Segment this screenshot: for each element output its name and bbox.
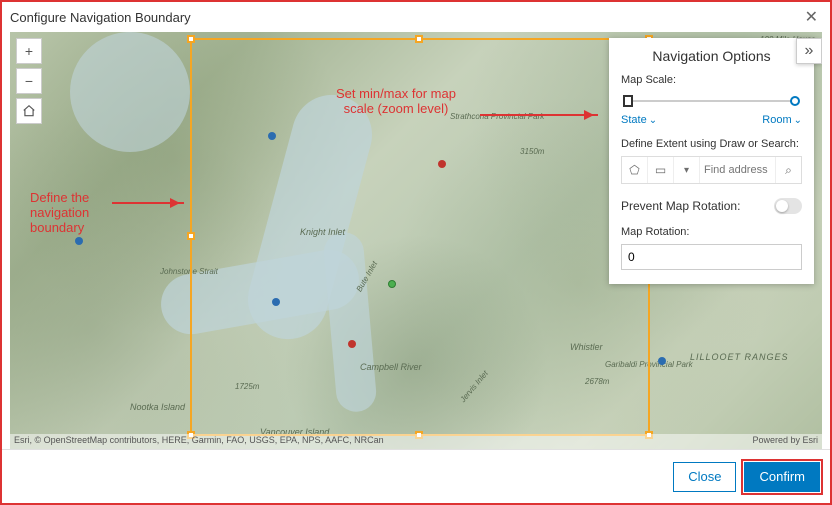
- annotation-arrow: [112, 202, 184, 204]
- prevent-rotation-label: Prevent Map Rotation:: [621, 199, 740, 213]
- home-extent-button[interactable]: [16, 98, 42, 124]
- extent-label: Define Extent using Draw or Search:: [621, 138, 802, 150]
- close-icon[interactable]: ✕: [801, 7, 822, 27]
- extent-search-input[interactable]: [700, 157, 775, 183]
- dialog-footer: Close Confirm: [2, 449, 830, 503]
- scale-labels: State Room: [621, 114, 802, 126]
- annotation-line: boundary: [30, 220, 89, 235]
- rectangle-icon: ▭: [655, 163, 666, 177]
- map-controls: + −: [16, 38, 42, 124]
- window-title: Configure Navigation Boundary: [10, 10, 191, 25]
- zoom-in-button[interactable]: +: [16, 38, 42, 64]
- prevent-rotation-row: Prevent Map Rotation:: [621, 198, 802, 214]
- annotation-line: Define the: [30, 190, 89, 205]
- draw-polygon-button[interactable]: ⬠: [622, 157, 648, 183]
- annotation-text: Set min/max for map scale (zoom level): [336, 86, 456, 116]
- map-pin: [658, 357, 666, 365]
- close-button[interactable]: Close: [673, 462, 736, 492]
- extent-tools: ⬠ ▭ ▾ ⌕: [621, 156, 802, 184]
- prevent-rotation-toggle[interactable]: [774, 198, 802, 214]
- navigation-options-panel: Navigation Options Map Scale: State Room…: [609, 38, 814, 284]
- slider-track: [627, 100, 796, 102]
- panel-title: Navigation Options: [621, 48, 802, 64]
- close-button-label: Close: [688, 469, 721, 484]
- slider-max-thumb[interactable]: [790, 96, 800, 106]
- annotation-arrow: [480, 114, 598, 116]
- plus-icon: +: [25, 43, 33, 59]
- map-scale-label: Map Scale:: [621, 74, 802, 86]
- chevron-down-icon: ▾: [684, 165, 689, 176]
- slider-min-thumb[interactable]: [623, 95, 633, 107]
- map-attribution: Esri, © OpenStreetMap contributors, HERE…: [10, 434, 822, 450]
- zoom-out-button[interactable]: −: [16, 68, 42, 94]
- draw-mode-dropdown[interactable]: ▾: [674, 157, 700, 183]
- water-shape: [70, 32, 190, 152]
- minus-icon: −: [25, 73, 33, 89]
- attribution-left: Esri, © OpenStreetMap contributors, HERE…: [14, 435, 384, 449]
- map-scale-slider[interactable]: [623, 92, 800, 110]
- draw-rectangle-button[interactable]: ▭: [648, 157, 674, 183]
- titlebar: Configure Navigation Boundary ✕: [2, 2, 830, 32]
- scale-max-dropdown[interactable]: Room: [762, 114, 802, 126]
- extent-search-button[interactable]: ⌕: [775, 157, 801, 183]
- dialog-window: Configure Navigation Boundary ✕ Campbell…: [0, 0, 832, 505]
- map-canvas[interactable]: Campbell River Vancouver Island Whistler…: [10, 32, 822, 450]
- panel-collapse-button[interactable]: »: [796, 38, 822, 64]
- annotation-line: Set min/max for map: [336, 86, 456, 101]
- place-label: Nootka Island: [130, 402, 185, 412]
- chevron-right-icon: »: [805, 42, 814, 60]
- annotation-line: navigation: [30, 205, 89, 220]
- confirm-button-label: Confirm: [759, 469, 805, 484]
- search-icon: ⌕: [785, 163, 792, 178]
- polygon-icon: ⬠: [629, 163, 639, 177]
- resize-handle[interactable]: [187, 35, 195, 43]
- attribution-right: Powered by Esri: [752, 435, 818, 449]
- map-rotation-label: Map Rotation:: [621, 226, 802, 238]
- scale-min-dropdown[interactable]: State: [621, 114, 657, 126]
- annotation-text: Define the navigation boundary: [30, 190, 89, 235]
- place-label: LILLOOET RANGES: [690, 352, 789, 362]
- map-rotation-input[interactable]: [621, 244, 802, 270]
- home-icon: [22, 104, 36, 118]
- resize-handle[interactable]: [415, 35, 423, 43]
- resize-handle[interactable]: [187, 232, 195, 240]
- annotation-line: scale (zoom level): [336, 101, 456, 116]
- confirm-button[interactable]: Confirm: [744, 462, 820, 492]
- map-pin: [75, 237, 83, 245]
